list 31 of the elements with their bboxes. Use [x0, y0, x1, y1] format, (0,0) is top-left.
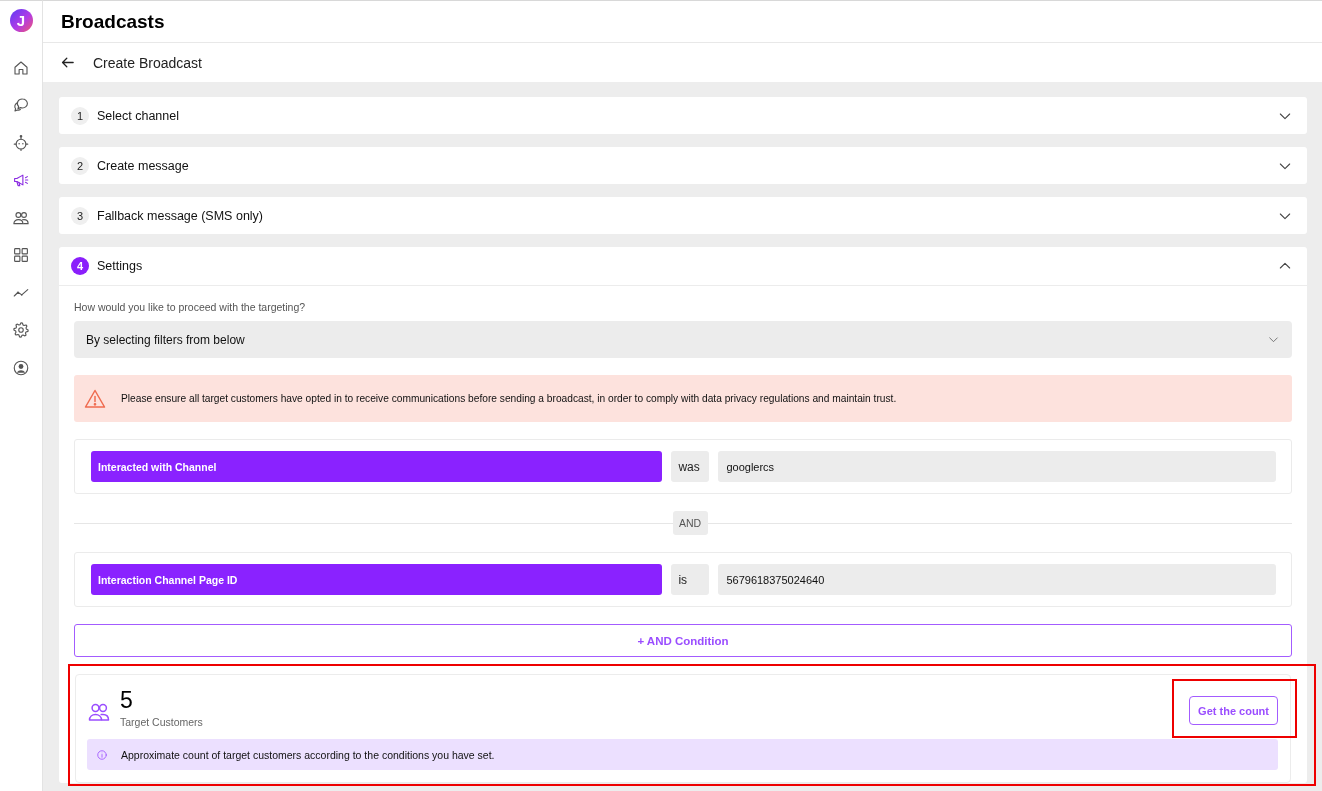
robot-icon[interactable]: [12, 133, 30, 152]
step-title[interactable]: Settings: [97, 259, 143, 273]
alert-text: Please ensure all target customers have opted in to receive communications before sending a broadcast, in order to comply with data privacy regulations and maintain trust.: [121, 393, 897, 404]
step-title[interactable]: Select channel: [97, 108, 179, 123]
step-title[interactable]: Create message: [97, 158, 189, 173]
app-logo[interactable]: J: [9, 9, 33, 32]
grid-icon[interactable]: [12, 246, 30, 265]
user-circle-icon[interactable]: [12, 358, 30, 377]
step-number: 4: [71, 257, 89, 275]
field-label: How would you like to proceed with the targeting?: [74, 301, 307, 314]
step-number: 1: [71, 106, 89, 125]
step-title[interactable]: Fallback message (SMS only): [97, 208, 264, 223]
targeting-select[interactable]: By selecting filters from below: [74, 321, 1292, 358]
add-condition-button[interactable]: + AND Condition: [74, 624, 1292, 657]
condition-field[interactable]: Interaction Channel Page ID: [91, 564, 663, 595]
info-icon: [96, 748, 108, 761]
connector-label: AND: [672, 511, 708, 535]
count-value: 5: [120, 687, 133, 713]
note-text: Approximate count of target customers according to the conditions you have set.: [121, 748, 495, 761]
operator-select[interactable]: was: [671, 451, 710, 482]
get-count-button[interactable]: Get the count: [1189, 696, 1278, 725]
page-subtitle: Create Broadcast: [93, 54, 202, 71]
step-number: 2: [71, 156, 89, 175]
count-label: Target Customers: [120, 716, 203, 728]
page-title: Broadcasts: [61, 10, 165, 33]
value-field[interactable]: 5679618375024640: [718, 564, 1276, 595]
value-field[interactable]: googlercs: [718, 451, 1276, 482]
settings-icon[interactable]: [12, 321, 30, 340]
condition-field[interactable]: Interacted with Channel: [91, 451, 663, 482]
operator-select[interactable]: is: [671, 564, 710, 595]
step-number: 3: [71, 206, 89, 225]
